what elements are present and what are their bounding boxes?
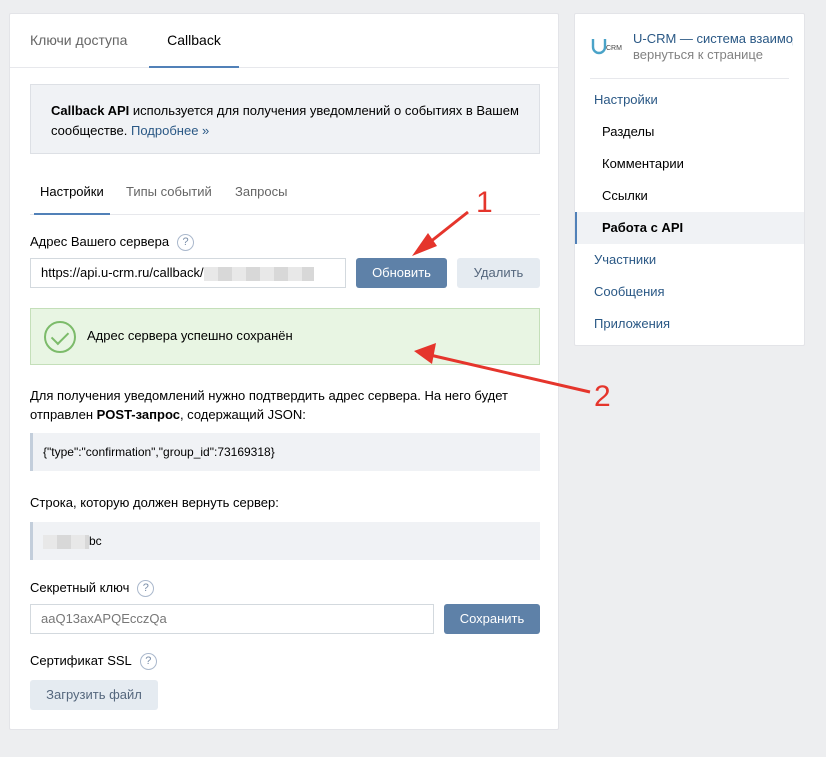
json-code-block: {"type":"confirmation","group_id":731693…: [30, 433, 540, 471]
tab-callback-api[interactable]: Callback API: [149, 14, 239, 100]
menu-api[interactable]: Работа с API: [575, 212, 804, 244]
more-link[interactable]: Подробнее »: [131, 123, 209, 138]
info-box: Callback API используется для получения …: [30, 84, 540, 154]
return-string-label: Строка, которую должен вернуть сервер:: [30, 495, 279, 510]
sidebar: CRM U-CRM — система взаимодействия верну…: [574, 13, 805, 346]
divider: [590, 78, 789, 79]
subtab-requests[interactable]: Запросы: [229, 174, 293, 215]
confirm-text-bold: POST-запрос: [96, 407, 180, 422]
return-string-block: bc: [30, 522, 540, 560]
redacted-block: [203, 266, 314, 281]
save-button[interactable]: Сохранить: [444, 604, 540, 634]
u-crm-logo-icon[interactable]: CRM: [591, 36, 623, 56]
secret-label-text: Секретный ключ: [30, 580, 130, 595]
server-url-value: https://api.u-crm.ru/callback/: [41, 265, 204, 280]
check-circle-icon: [44, 321, 76, 353]
ssl-label: Сертификат SSL?: [30, 653, 157, 671]
annotation-number-1: 1: [476, 186, 493, 219]
subtab-settings[interactable]: Настройки: [34, 174, 110, 215]
main-panel: Ключи доступа Callback API Callback API …: [9, 13, 559, 730]
update-button[interactable]: Обновить: [356, 258, 447, 288]
menu-links[interactable]: Ссылки: [575, 180, 804, 212]
secret-key-input[interactable]: aaQ13axAPQEcczQa: [30, 604, 434, 634]
ssl-label-text: Сертификат SSL: [30, 653, 132, 668]
sub-tabs: Настройки Типы событий Запросы: [30, 174, 540, 215]
server-label: Адрес Вашего сервера?: [30, 234, 195, 252]
menu-apps[interactable]: Приложения: [575, 308, 804, 340]
community-title[interactable]: U-CRM — система взаимодействия: [633, 31, 793, 46]
help-icon[interactable]: ?: [177, 234, 195, 252]
success-banner: Адрес сервера успешно сохранён: [30, 308, 540, 365]
tab-access-keys[interactable]: Ключи доступа: [24, 14, 133, 68]
menu-members[interactable]: Участники: [575, 244, 804, 276]
help-icon[interactable]: ?: [137, 580, 155, 598]
menu-settings[interactable]: Настройки: [575, 84, 804, 116]
confirm-description: Для получения уведомлений нужно подтверд…: [30, 386, 540, 424]
delete-button[interactable]: Удалить: [457, 258, 540, 288]
menu-comments[interactable]: Комментарии: [575, 148, 804, 180]
confirm-text-end: , содержащий JSON:: [179, 407, 306, 422]
top-tabs: Ключи доступа Callback API: [10, 14, 558, 100]
subtab-event-types[interactable]: Типы событий: [120, 174, 218, 215]
upload-file-button[interactable]: Загрузить файл: [30, 680, 158, 710]
success-message: Адрес сервера успешно сохранён: [87, 328, 293, 343]
back-to-page-link[interactable]: вернуться к странице: [633, 47, 763, 62]
server-label-text: Адрес Вашего сервера: [30, 234, 170, 249]
info-bold: Callback API: [51, 103, 130, 118]
redacted-block: [43, 534, 89, 549]
server-url-input[interactable]: https://api.u-crm.ru/callback/: [30, 258, 346, 288]
annotation-number-2: 2: [594, 380, 611, 413]
menu-messages[interactable]: Сообщения: [575, 276, 804, 308]
return-string-value: bc: [89, 534, 102, 548]
help-icon[interactable]: ?: [139, 653, 157, 671]
menu-sections[interactable]: Разделы: [575, 116, 804, 148]
secret-label: Секретный ключ?: [30, 580, 155, 598]
logo-text: CRM: [606, 45, 622, 52]
